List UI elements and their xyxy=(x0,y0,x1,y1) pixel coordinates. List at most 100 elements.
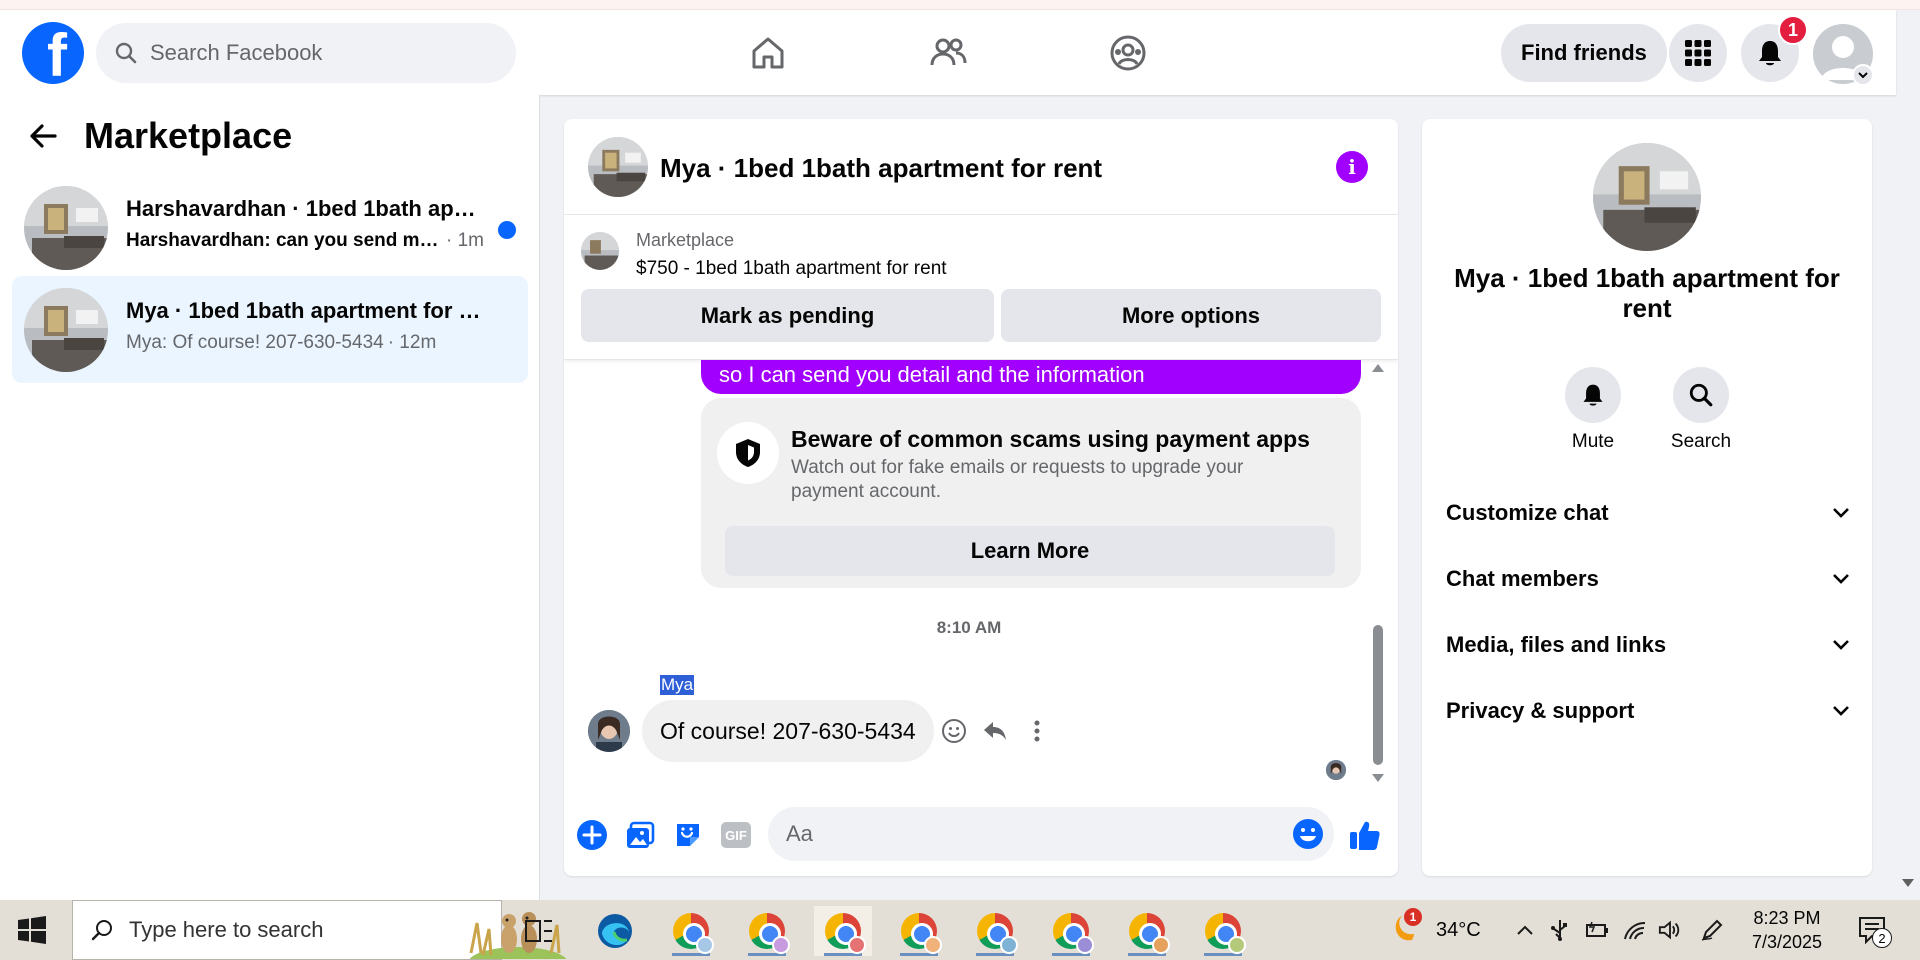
search-facebook-box[interactable] xyxy=(96,23,516,83)
task-view-button[interactable] xyxy=(510,906,568,956)
privacy-support-section[interactable]: Privacy & support xyxy=(1446,685,1850,737)
mark-as-pending-button[interactable]: Mark as pending xyxy=(581,289,994,342)
taskbar-chrome-8[interactable] xyxy=(1194,906,1252,956)
gif-button[interactable]: GIF xyxy=(718,817,754,853)
message-thread: so I can send you detail and the informa… xyxy=(564,360,1398,795)
page-scrollbar[interactable] xyxy=(1896,95,1920,900)
find-friends-button[interactable]: Find friends xyxy=(1501,24,1667,82)
scroll-up-arrow[interactable] xyxy=(1372,364,1384,372)
sender-avatar[interactable] xyxy=(588,710,630,752)
emoji-icon[interactable] xyxy=(1292,818,1324,850)
chrome-icon xyxy=(901,913,942,954)
taskbar-edge[interactable] xyxy=(586,906,644,956)
conversation-title: Harshavardhan · 1bed 1bath apartment for… xyxy=(126,196,486,221)
weather-widget[interactable]: 1 34°C xyxy=(1386,908,1481,948)
weather-badge: 1 xyxy=(1404,908,1422,926)
chevron-down-icon xyxy=(1833,508,1849,518)
taskbar-chrome-1[interactable] xyxy=(662,906,720,956)
scam-warning-text: Watch out for fake emails or requests to… xyxy=(791,457,1244,502)
scam-warning-title: Beware of common scams using payment app… xyxy=(791,426,1310,452)
conversation-harshavardhan[interactable]: Harshavardhan · 1bed 1bath apartment for… xyxy=(12,174,528,281)
learn-more-button[interactable]: Learn More xyxy=(725,526,1335,576)
more-options-button[interactable]: More options xyxy=(1001,289,1381,342)
reply-button[interactable] xyxy=(980,716,1010,746)
photo-icon xyxy=(627,821,655,848)
smiley-icon xyxy=(942,719,966,743)
search-input[interactable] xyxy=(150,40,480,66)
taskbar-chrome-6[interactable] xyxy=(1042,906,1100,956)
search-action[interactable]: Search xyxy=(1661,367,1741,453)
pen-icon xyxy=(1701,919,1723,941)
facebook-logo[interactable]: f xyxy=(22,22,84,84)
message-input[interactable] xyxy=(786,821,1266,847)
clock-date: 7/3/2025 xyxy=(1751,932,1823,952)
home-nav-button[interactable] xyxy=(738,28,798,78)
back-arrow-icon[interactable] xyxy=(28,121,58,151)
taskbar-search-input[interactable] xyxy=(129,917,369,943)
taskbar-chrome-4[interactable] xyxy=(890,906,948,956)
chat-members-section[interactable]: Chat members xyxy=(1446,553,1850,605)
message-input-box[interactable] xyxy=(768,807,1334,861)
usb-tray-icon[interactable] xyxy=(1548,918,1572,942)
wifi-tray-icon[interactable] xyxy=(1623,918,1647,942)
send-like-button[interactable] xyxy=(1347,817,1383,853)
conversation-mya[interactable]: Mya · 1bed 1bath apartment for rent Mya:… xyxy=(12,276,528,383)
section-label: Media, files and links xyxy=(1446,632,1667,657)
more-actions-button[interactable] xyxy=(574,817,610,853)
taskbar-chrome-7[interactable] xyxy=(1118,906,1176,956)
chat-listing-thumbnail[interactable] xyxy=(588,137,648,197)
listing-price-title[interactable]: $750 - 1bed 1bath apartment for rent xyxy=(636,258,947,280)
battery-tray-icon[interactable] xyxy=(1586,918,1610,942)
task-view-icon xyxy=(525,920,552,942)
more-message-actions-button[interactable] xyxy=(1022,716,1052,746)
chevron-down-icon xyxy=(1833,640,1849,650)
thread-scrollbar[interactable] xyxy=(1370,360,1386,795)
friends-nav-button[interactable] xyxy=(918,28,978,78)
notification-count-badge: 2 xyxy=(1872,928,1892,948)
usb-icon xyxy=(1551,920,1567,941)
clock-time: 8:23 PM xyxy=(1753,908,1821,928)
section-label: Privacy & support xyxy=(1446,698,1635,723)
media-files-links-section[interactable]: Media, files and links xyxy=(1446,619,1850,671)
info-button[interactable]: i xyxy=(1336,151,1368,183)
conversation-preview: Harshavardhan: can you send more details xyxy=(126,230,442,251)
taskbar-chrome-3[interactable] xyxy=(814,906,872,956)
attach-photo-button[interactable] xyxy=(622,817,658,853)
action-center-button[interactable]: 2 xyxy=(1856,914,1892,948)
taskbar-chrome-2[interactable] xyxy=(738,906,796,956)
chat-title[interactable]: Mya · 1bed 1bath apartment for rent xyxy=(660,153,1102,184)
groups-nav-button[interactable] xyxy=(1098,28,1158,78)
search-in-chat-button[interactable] xyxy=(1673,367,1729,423)
listing-card-thumbnail[interactable] xyxy=(581,232,619,270)
mute-action[interactable]: Mute xyxy=(1553,367,1633,453)
page-scroll-down-arrow[interactable] xyxy=(1902,879,1914,887)
unread-indicator xyxy=(498,221,516,239)
react-button[interactable] xyxy=(939,716,969,746)
account-menu-chevron[interactable] xyxy=(1852,64,1874,86)
chat-window: Mya · 1bed 1bath apartment for rent i Ma… xyxy=(564,119,1398,876)
received-message-bubble[interactable]: Of course! 207-630-5434 xyxy=(642,700,934,762)
taskbar-search-box[interactable] xyxy=(72,900,567,960)
sent-message-bubble[interactable]: so I can send you detail and the informa… xyxy=(701,360,1361,394)
chrome-icon xyxy=(1205,913,1246,954)
scroll-down-arrow[interactable] xyxy=(1372,774,1384,782)
sticker-button[interactable] xyxy=(670,817,706,853)
volume-tray-icon[interactable] xyxy=(1658,918,1682,942)
scroll-thumb[interactable] xyxy=(1373,625,1383,765)
gif-icon: GIF xyxy=(721,822,751,848)
menu-button[interactable] xyxy=(1669,24,1727,82)
bell-icon xyxy=(1759,41,1781,66)
search-icon xyxy=(115,42,137,64)
taskbar-chrome-5[interactable] xyxy=(966,906,1024,956)
taskbar-clock[interactable]: 8:23 PM 7/3/2025 xyxy=(1742,906,1832,954)
pen-tray-icon[interactable] xyxy=(1700,918,1724,942)
conversation-title: Mya · 1bed 1bath apartment for rent xyxy=(126,298,486,323)
show-hidden-icons-button[interactable] xyxy=(1513,918,1537,942)
details-listing-thumbnail[interactable] xyxy=(1593,143,1701,251)
windows-start-icon[interactable] xyxy=(18,916,46,944)
shield-icon xyxy=(717,422,779,484)
facebook-header: f Find friends 1 xyxy=(0,10,1896,95)
chrome-icon xyxy=(977,913,1018,954)
mute-button[interactable] xyxy=(1565,367,1621,423)
customize-chat-section[interactable]: Customize chat xyxy=(1446,487,1850,539)
